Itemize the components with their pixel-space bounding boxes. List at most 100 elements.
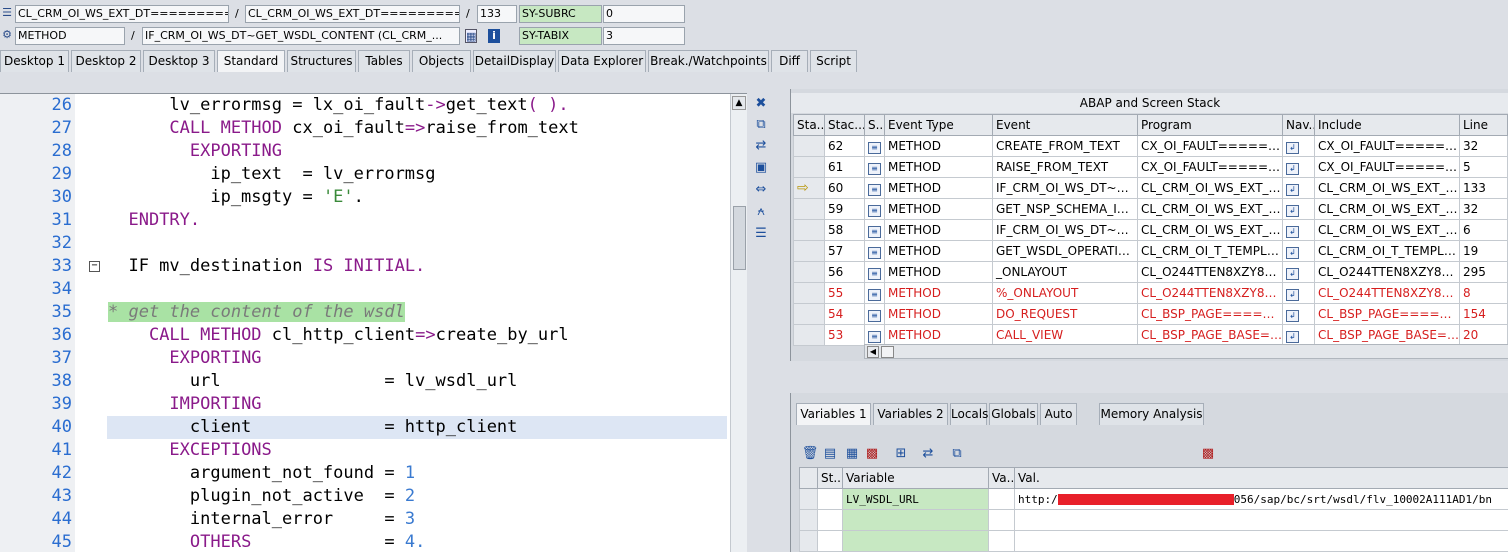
code-line[interactable]: 33 − IF mv_destination IS INITIAL.	[0, 255, 730, 278]
table-row[interactable]: 56 ≡ METHOD _ONLAYOUT CL_O244TTEN8XZY8UW... ↲…	[793, 261, 1508, 283]
column-header[interactable]: Variable	[842, 467, 989, 489]
headset-icon[interactable]: ⍲	[752, 203, 770, 221]
maximize-icon[interactable]: ▣	[752, 159, 770, 177]
code-line[interactable]: 42 argument_not_found = 1	[0, 462, 730, 485]
variable-name-input[interactable]: LV_WSDL_URL	[842, 488, 989, 510]
column-header[interactable]: Nav...	[1282, 114, 1315, 136]
variable-value-cell[interactable]	[1014, 509, 1508, 531]
save-icon[interactable]: ▩	[1199, 445, 1217, 463]
display-icon[interactable]: ▦	[465, 29, 477, 43]
row-selector[interactable]	[799, 488, 818, 510]
table-row[interactable]: 61 ≡ METHOD RAISE_FROM_TEXT CX_OI_FAULT=====…	[793, 156, 1508, 178]
column-header[interactable]: Stac...	[824, 114, 865, 136]
table-row[interactable]: 54≡METHODDO_REQUESTCL_BSP_PAGE=======...…	[793, 303, 1508, 325]
sysfield-name-1[interactable]: SY-SUBRC	[519, 5, 602, 23]
tab-desktop-1[interactable]: Desktop 1	[0, 50, 69, 72]
table-row[interactable]: LV_WSDL_URL http:/ 056/sap/bc/srt/wsdl/flv…	[799, 488, 1508, 510]
navigate-icon[interactable]: ↲	[1286, 267, 1299, 280]
variable-name-input[interactable]	[842, 509, 989, 531]
navigate-icon[interactable]: ↲	[1286, 183, 1299, 196]
navigate-icon[interactable]: ↲	[1286, 204, 1299, 217]
tab-objects[interactable]: Objects	[412, 50, 471, 72]
table-row[interactable]	[799, 530, 1508, 552]
new-window-icon[interactable]: ⧉	[752, 116, 770, 134]
editor-vertical-scrollbar[interactable]: ▲	[730, 94, 747, 552]
sort-icon[interactable]: ▦	[843, 445, 861, 463]
code-line[interactable]: 31 ENDTRY.	[0, 209, 730, 232]
expand-icon[interactable]: ⊞	[892, 445, 910, 463]
row-selector[interactable]	[799, 530, 818, 552]
table-row[interactable]: 58 ≡ METHOD IF_CRM_OI_WS_DT~GE... CL_CRM_OI_…	[793, 219, 1508, 241]
swap-windows-icon[interactable]: ⇄	[752, 137, 770, 155]
close-icon[interactable]: ✖	[752, 95, 770, 113]
code-line[interactable]: 26 lv_errormsg = lx_oi_fault->get_text( …	[0, 94, 730, 117]
table-row[interactable]: 57 ≡ METHOD GET_WSDL_OPERATION... CL_CRM_OI_…	[793, 240, 1508, 262]
sysfield-name-2[interactable]: SY-TABIX	[519, 27, 602, 45]
tab-standard[interactable]: Standard	[217, 50, 285, 72]
tab-diff[interactable]: Diff	[771, 50, 808, 72]
transfer-icon[interactable]: ⇄	[919, 445, 937, 463]
column-header[interactable]: St...	[817, 467, 843, 489]
code-line[interactable]: 38 url = lv_wsdl_url	[0, 370, 730, 393]
paste-icon[interactable]: ▤	[821, 445, 839, 463]
code-line[interactable]: 30 ip_msgty = 'E'.	[0, 186, 730, 209]
navigate-icon[interactable]: ↲	[1286, 330, 1299, 343]
tab-structures[interactable]: Structures	[287, 50, 356, 72]
column-header[interactable]: Program	[1137, 114, 1283, 136]
column-header[interactable]: S...	[864, 114, 885, 136]
navigate-icon[interactable]: ↲	[1286, 162, 1299, 175]
code-line[interactable]: 43 plugin_not_active = 2	[0, 485, 730, 508]
code-line[interactable]: 27 CALL METHOD cx_oi_fault=>raise_from_t…	[0, 117, 730, 140]
include-field[interactable]: CL_CRM_OI_WS_EXT_DT==========	[245, 5, 460, 23]
tab-script[interactable]: Script	[810, 50, 857, 72]
table-row[interactable]: 59 ≡ METHOD GET_NSP_SCHEMA_INF... CL_CRM_OI_…	[793, 198, 1508, 220]
variables-tab[interactable]: Variables 2	[873, 403, 948, 425]
navigate-icon[interactable]: ↲	[1286, 288, 1299, 301]
tab-break-watchpoints[interactable]: Break./Watchpoints	[648, 50, 769, 72]
variable-name-input[interactable]	[842, 530, 989, 552]
sysfield-value-1[interactable]: 0	[603, 5, 685, 23]
variables-tab[interactable]: Locals	[950, 403, 988, 425]
scrollbar-thumb[interactable]	[733, 206, 746, 270]
code-line[interactable]: 40 client = http_client	[0, 416, 730, 439]
variable-value-cell[interactable]: http:/ 056/sap/bc/srt/wsdl/flv_10002A111A…	[1014, 488, 1508, 510]
variables-tab[interactable]: Memory Analysis	[1099, 403, 1204, 425]
table-row[interactable]: 53 ≡ METHOD CALL_VIEW CL_BSP_PAGE_BASE==... ↲…	[793, 324, 1508, 346]
event-type-field[interactable]: METHOD	[15, 27, 125, 45]
column-header[interactable]: Line	[1459, 114, 1508, 136]
fold-toggle-icon[interactable]: −	[89, 261, 100, 272]
program-field[interactable]: CL_CRM_OI_WS_EXT_DT==========	[15, 5, 229, 23]
tab-data-explorer[interactable]: Data Explorer	[558, 50, 646, 72]
code-line[interactable]: 28 EXPORTING	[0, 140, 730, 163]
red-flag-icon[interactable]: ▩	[863, 445, 881, 463]
variables-tab[interactable]: Globals	[989, 403, 1038, 425]
code-line[interactable]: 29 ip_text = lv_errormsg	[0, 163, 730, 186]
code-line[interactable]: 44 internal_error = 3	[0, 508, 730, 531]
navigate-icon[interactable]: ↲	[1286, 225, 1299, 238]
copy-icon[interactable]: ⧉	[948, 445, 966, 463]
code-line[interactable]: 34	[0, 278, 730, 301]
delete-icon[interactable]: 🗑	[801, 445, 819, 463]
info-icon[interactable]: i	[488, 29, 500, 43]
column-header[interactable]: Sta...	[793, 114, 825, 136]
stack-horizontal-scrollbar[interactable]: ◀	[864, 344, 1508, 359]
navigate-icon[interactable]: ↲	[1286, 141, 1299, 154]
resize-icon[interactable]: ⇔	[752, 181, 770, 199]
navigate-icon[interactable]: ↲	[1286, 246, 1299, 259]
scrollbar-thumb[interactable]	[881, 346, 894, 358]
code-line[interactable]: 35 * get the content of the wsdl	[0, 301, 730, 324]
line-field[interactable]: 133	[477, 5, 517, 23]
column-header[interactable]: Event	[992, 114, 1138, 136]
table-row[interactable]: 62 ≡ METHOD CREATE_FROM_TEXT CX_OI_FAULT====…	[793, 135, 1508, 157]
column-header[interactable]: Include	[1314, 114, 1460, 136]
code-line[interactable]: 37 EXPORTING	[0, 347, 730, 370]
variable-value-cell[interactable]	[1014, 530, 1508, 552]
tab-detaildisplay[interactable]: DetailDisplay	[473, 50, 556, 72]
tab-tables[interactable]: Tables	[358, 50, 410, 72]
scroll-up-icon[interactable]: ▲	[732, 96, 746, 110]
settings-icon[interactable]: ☰	[752, 225, 770, 243]
event-field[interactable]: IF_CRM_OI_WS_DT~GET_WSDL_CONTENT (CL_CRM…	[142, 27, 460, 45]
code-editor[interactable]: 26 lv_errormsg = lx_oi_fault->get_text( …	[0, 93, 747, 552]
code-line[interactable]: 36 CALL METHOD cl_http_client=>create_by…	[0, 324, 730, 347]
code-line[interactable]: 45 OTHERS = 4.	[0, 531, 730, 552]
